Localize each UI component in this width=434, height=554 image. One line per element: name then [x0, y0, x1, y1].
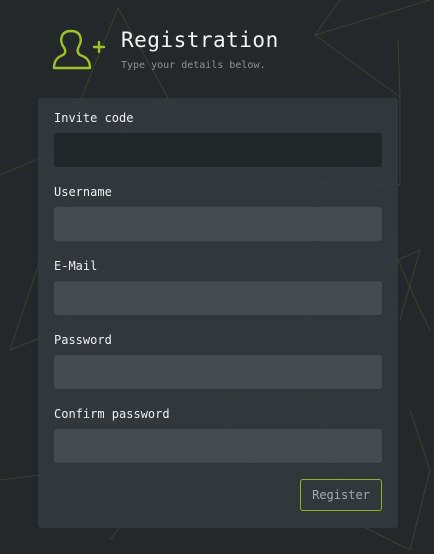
- confirm-password-label: Confirm password: [54, 407, 170, 421]
- invite-code-input[interactable]: [54, 133, 382, 167]
- password-label: Password: [54, 333, 112, 347]
- confirm-password-input[interactable]: [54, 429, 382, 463]
- add-user-icon: [52, 29, 106, 70]
- password-input[interactable]: [54, 355, 382, 389]
- email-input[interactable]: [54, 281, 382, 315]
- username-label: Username: [54, 185, 112, 199]
- username-input[interactable]: [54, 207, 382, 241]
- invite-code-label: Invite code: [54, 111, 134, 125]
- page-subtitle: Type your details below.: [121, 60, 266, 71]
- page-title: Registration: [121, 28, 279, 52]
- registration-form: Invite code Username E-Mail Password Con…: [38, 98, 398, 528]
- email-label: E-Mail: [54, 259, 98, 273]
- register-button[interactable]: Register: [300, 479, 382, 511]
